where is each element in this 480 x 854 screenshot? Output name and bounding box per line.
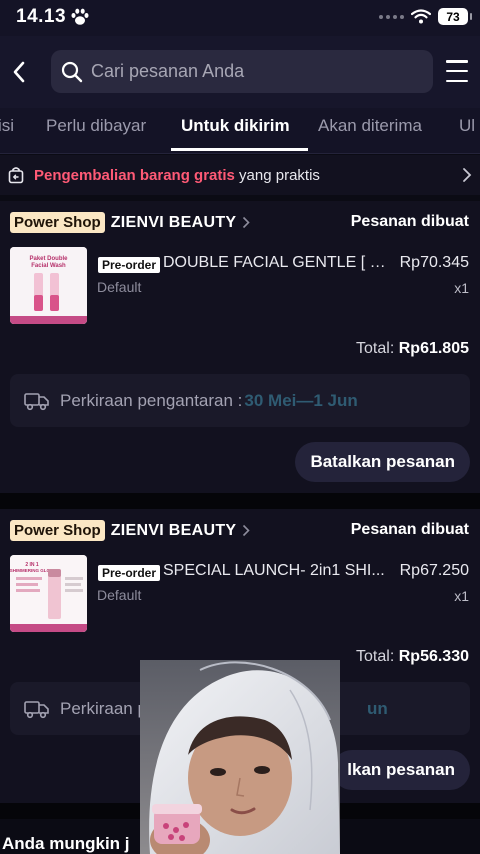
back-button[interactable]: [6, 56, 32, 88]
order-tabs: isi Perlu dibayar Untuk dikirim Akan dit…: [0, 108, 480, 154]
shop-name: ZIENVI BEAUTY: [110, 521, 237, 539]
tab-to-receive[interactable]: Akan diterima: [318, 116, 422, 136]
shop-row[interactable]: Power Shop ZIENVI BEAUTY: [10, 520, 251, 541]
search-icon: [61, 61, 83, 82]
preorder-badge: Pre-order: [98, 257, 161, 273]
battery-level: 73: [446, 9, 460, 24]
delivery-label: Perkiraan pengantaran :: [60, 390, 243, 410]
total-label: Total:: [356, 340, 395, 357]
hamburger-line: [446, 69, 468, 73]
tab-to-pay[interactable]: Perlu dibayar: [46, 116, 146, 136]
chevron-right-icon: [243, 524, 251, 537]
svg-text:Paket Double: Paket Double: [29, 256, 68, 262]
cancel-order-button[interactable]: lkan pesanan: [332, 750, 470, 790]
status-bar: 14.13 73: [0, 0, 480, 36]
hamburger-line: [446, 79, 468, 82]
banner-text: Pengembalian barang gratis yang praktis: [34, 167, 320, 184]
recommendations-title: Anda mungkin j: [2, 834, 130, 853]
battery-indicator: 73: [438, 8, 472, 25]
truck-icon: [24, 392, 49, 410]
free-return-banner[interactable]: Pengembalian barang gratis yang praktis: [0, 155, 480, 195]
tab-all[interactable]: isi: [0, 116, 14, 136]
product-price: Rp70.345: [399, 254, 469, 271]
svg-text:Facial Wash: Facial Wash: [31, 263, 66, 269]
product-thumbnail[interactable]: 2 IN 1 SHIMMERING GLOW: [10, 555, 87, 632]
return-bag-icon: [8, 167, 24, 184]
hamburger-line: [446, 60, 468, 63]
active-tab-indicator: [171, 148, 308, 151]
tab-next[interactable]: Ul: [459, 116, 475, 136]
menu-button[interactable]: [446, 60, 470, 82]
shop-name: ZIENVI BEAUTY: [110, 213, 237, 231]
power-shop-badge: Power Shop: [10, 212, 105, 233]
search-input[interactable]: [91, 61, 411, 82]
person-photo: [140, 660, 340, 854]
product-title[interactable]: DOUBLE FACIAL GENTLE [ (...: [163, 254, 387, 272]
delivery-date: 30 Mei—1 Jun: [244, 390, 358, 410]
delivery-date: un: [366, 698, 388, 718]
banner-suffix: yang praktis: [234, 166, 320, 184]
cancel-order-button[interactable]: Batalkan pesanan: [295, 442, 470, 482]
total-label: Total:: [356, 648, 395, 665]
total-value: Rp61.805: [398, 340, 469, 357]
truck-icon: [24, 700, 49, 718]
chevron-left-icon: [13, 61, 25, 83]
search-box[interactable]: [51, 50, 433, 93]
delivery-estimate: Perkiraan pengantaran : 30 Mei—1 Jun: [10, 374, 470, 427]
order-total: Total: Rp61.805: [356, 340, 469, 358]
chevron-right-icon: [463, 168, 472, 182]
delivery-label: Perkiraan p: [60, 698, 147, 718]
product-variant: Default: [97, 279, 142, 295]
status-time: 14.13: [16, 6, 67, 27]
signal-icon: [379, 14, 404, 19]
product-thumbnail[interactable]: Paket Double Facial Wash: [10, 247, 87, 324]
shop-row[interactable]: Power Shop ZIENVI BEAUTY: [10, 212, 251, 233]
paw-icon: [71, 8, 89, 25]
banner-highlight: Pengembalian barang gratis: [34, 166, 235, 184]
product-title[interactable]: SPECIAL LAUNCH- 2in1 SHI...: [163, 562, 387, 580]
section-divider: [0, 493, 480, 509]
tab-to-ship[interactable]: Untuk dikirim: [181, 116, 290, 136]
product-quantity: x1: [454, 280, 469, 296]
product-variant: Default: [97, 587, 142, 603]
order-card[interactable]: Power Shop ZIENVI BEAUTY Pesanan dibuat …: [0, 201, 480, 493]
preorder-badge: Pre-order: [98, 565, 161, 581]
total-value: Rp56.330: [398, 648, 469, 665]
power-shop-badge: Power Shop: [10, 520, 105, 541]
product-image: Paket Double Facial Wash: [10, 247, 87, 324]
order-status: Pesanan dibuat: [350, 213, 469, 230]
product-quantity: x1: [454, 588, 469, 604]
order-total: Total: Rp56.330: [356, 648, 469, 666]
order-status: Pesanan dibuat: [350, 521, 469, 538]
header: [0, 36, 480, 108]
chevron-right-icon: [243, 216, 251, 229]
product-image: 2 IN 1 SHIMMERING GLOW: [10, 555, 87, 632]
product-price: Rp67.250: [399, 562, 469, 579]
wifi-icon: [411, 9, 431, 24]
overlay-photo: [140, 660, 340, 854]
